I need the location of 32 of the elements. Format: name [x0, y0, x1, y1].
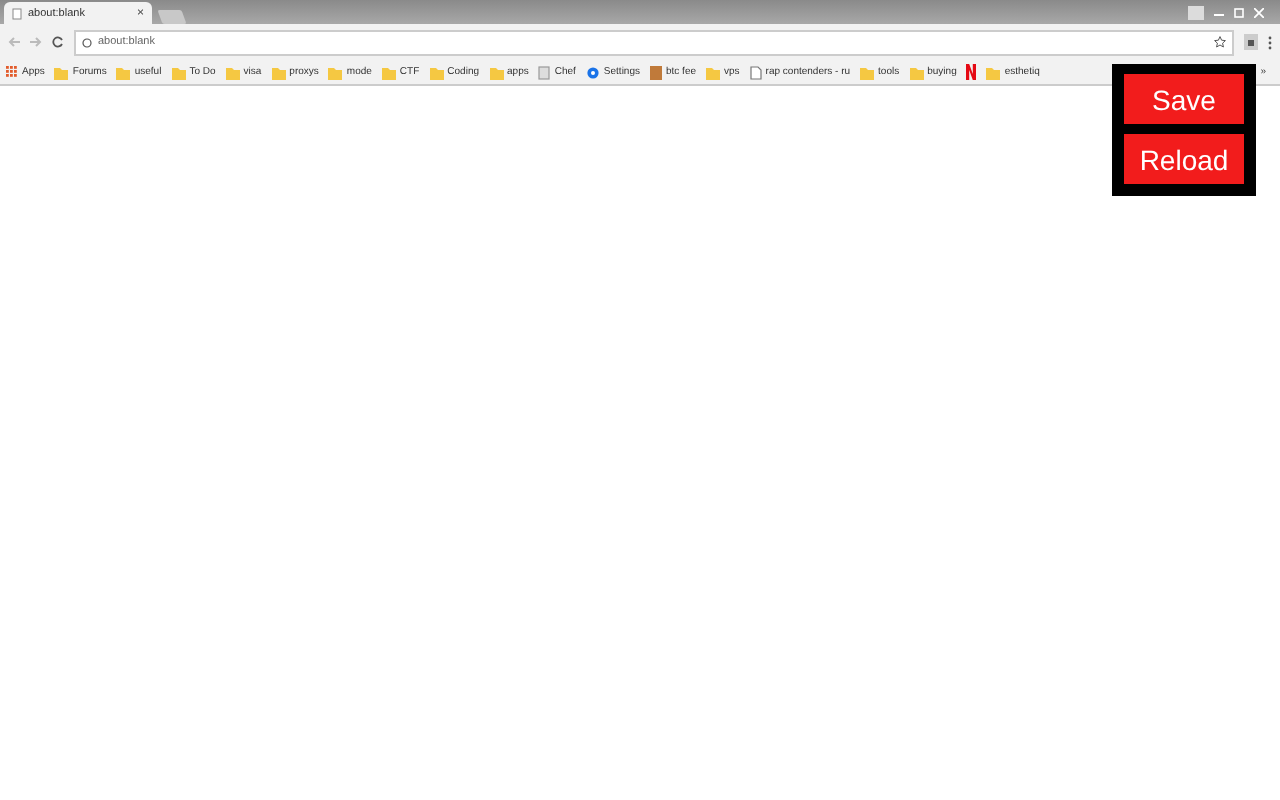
folder-icon: [116, 65, 131, 79]
close-icon[interactable]: [1254, 7, 1264, 17]
folder-icon: [489, 65, 504, 79]
grid-icon: [6, 66, 18, 78]
popup-button[interactable]: Reload: [1124, 134, 1244, 184]
folder-icon: [54, 65, 69, 79]
maximize-icon[interactable]: [1234, 7, 1244, 17]
folder-icon: [706, 65, 721, 79]
forward-icon[interactable]: [30, 36, 42, 48]
folder-icon: [429, 65, 444, 79]
star-icon[interactable]: [1214, 36, 1226, 48]
extension-icon[interactable]: [1244, 34, 1258, 50]
folder-icon: [328, 65, 343, 79]
profile-icon[interactable]: [1188, 5, 1204, 19]
reload-icon[interactable]: [52, 36, 64, 48]
back-icon[interactable]: [8, 36, 20, 48]
folder-icon: [909, 65, 924, 79]
popup-button[interactable]: Save: [1124, 74, 1244, 124]
folder-icon: [986, 65, 1001, 79]
folder-icon: [171, 65, 186, 79]
gear-icon: [585, 65, 600, 79]
page-icon: [12, 7, 22, 19]
tile-icon: [650, 65, 662, 79]
letter-tile-icon: [966, 64, 977, 80]
folder-icon: [225, 65, 240, 79]
info-icon: [82, 37, 92, 47]
document-icon: [749, 65, 762, 79]
folder-icon: [271, 65, 286, 79]
folder-icon: [381, 65, 396, 79]
new-tab-button[interactable]: [157, 10, 187, 24]
folder-icon: [860, 65, 875, 79]
page-icon: [538, 65, 551, 79]
